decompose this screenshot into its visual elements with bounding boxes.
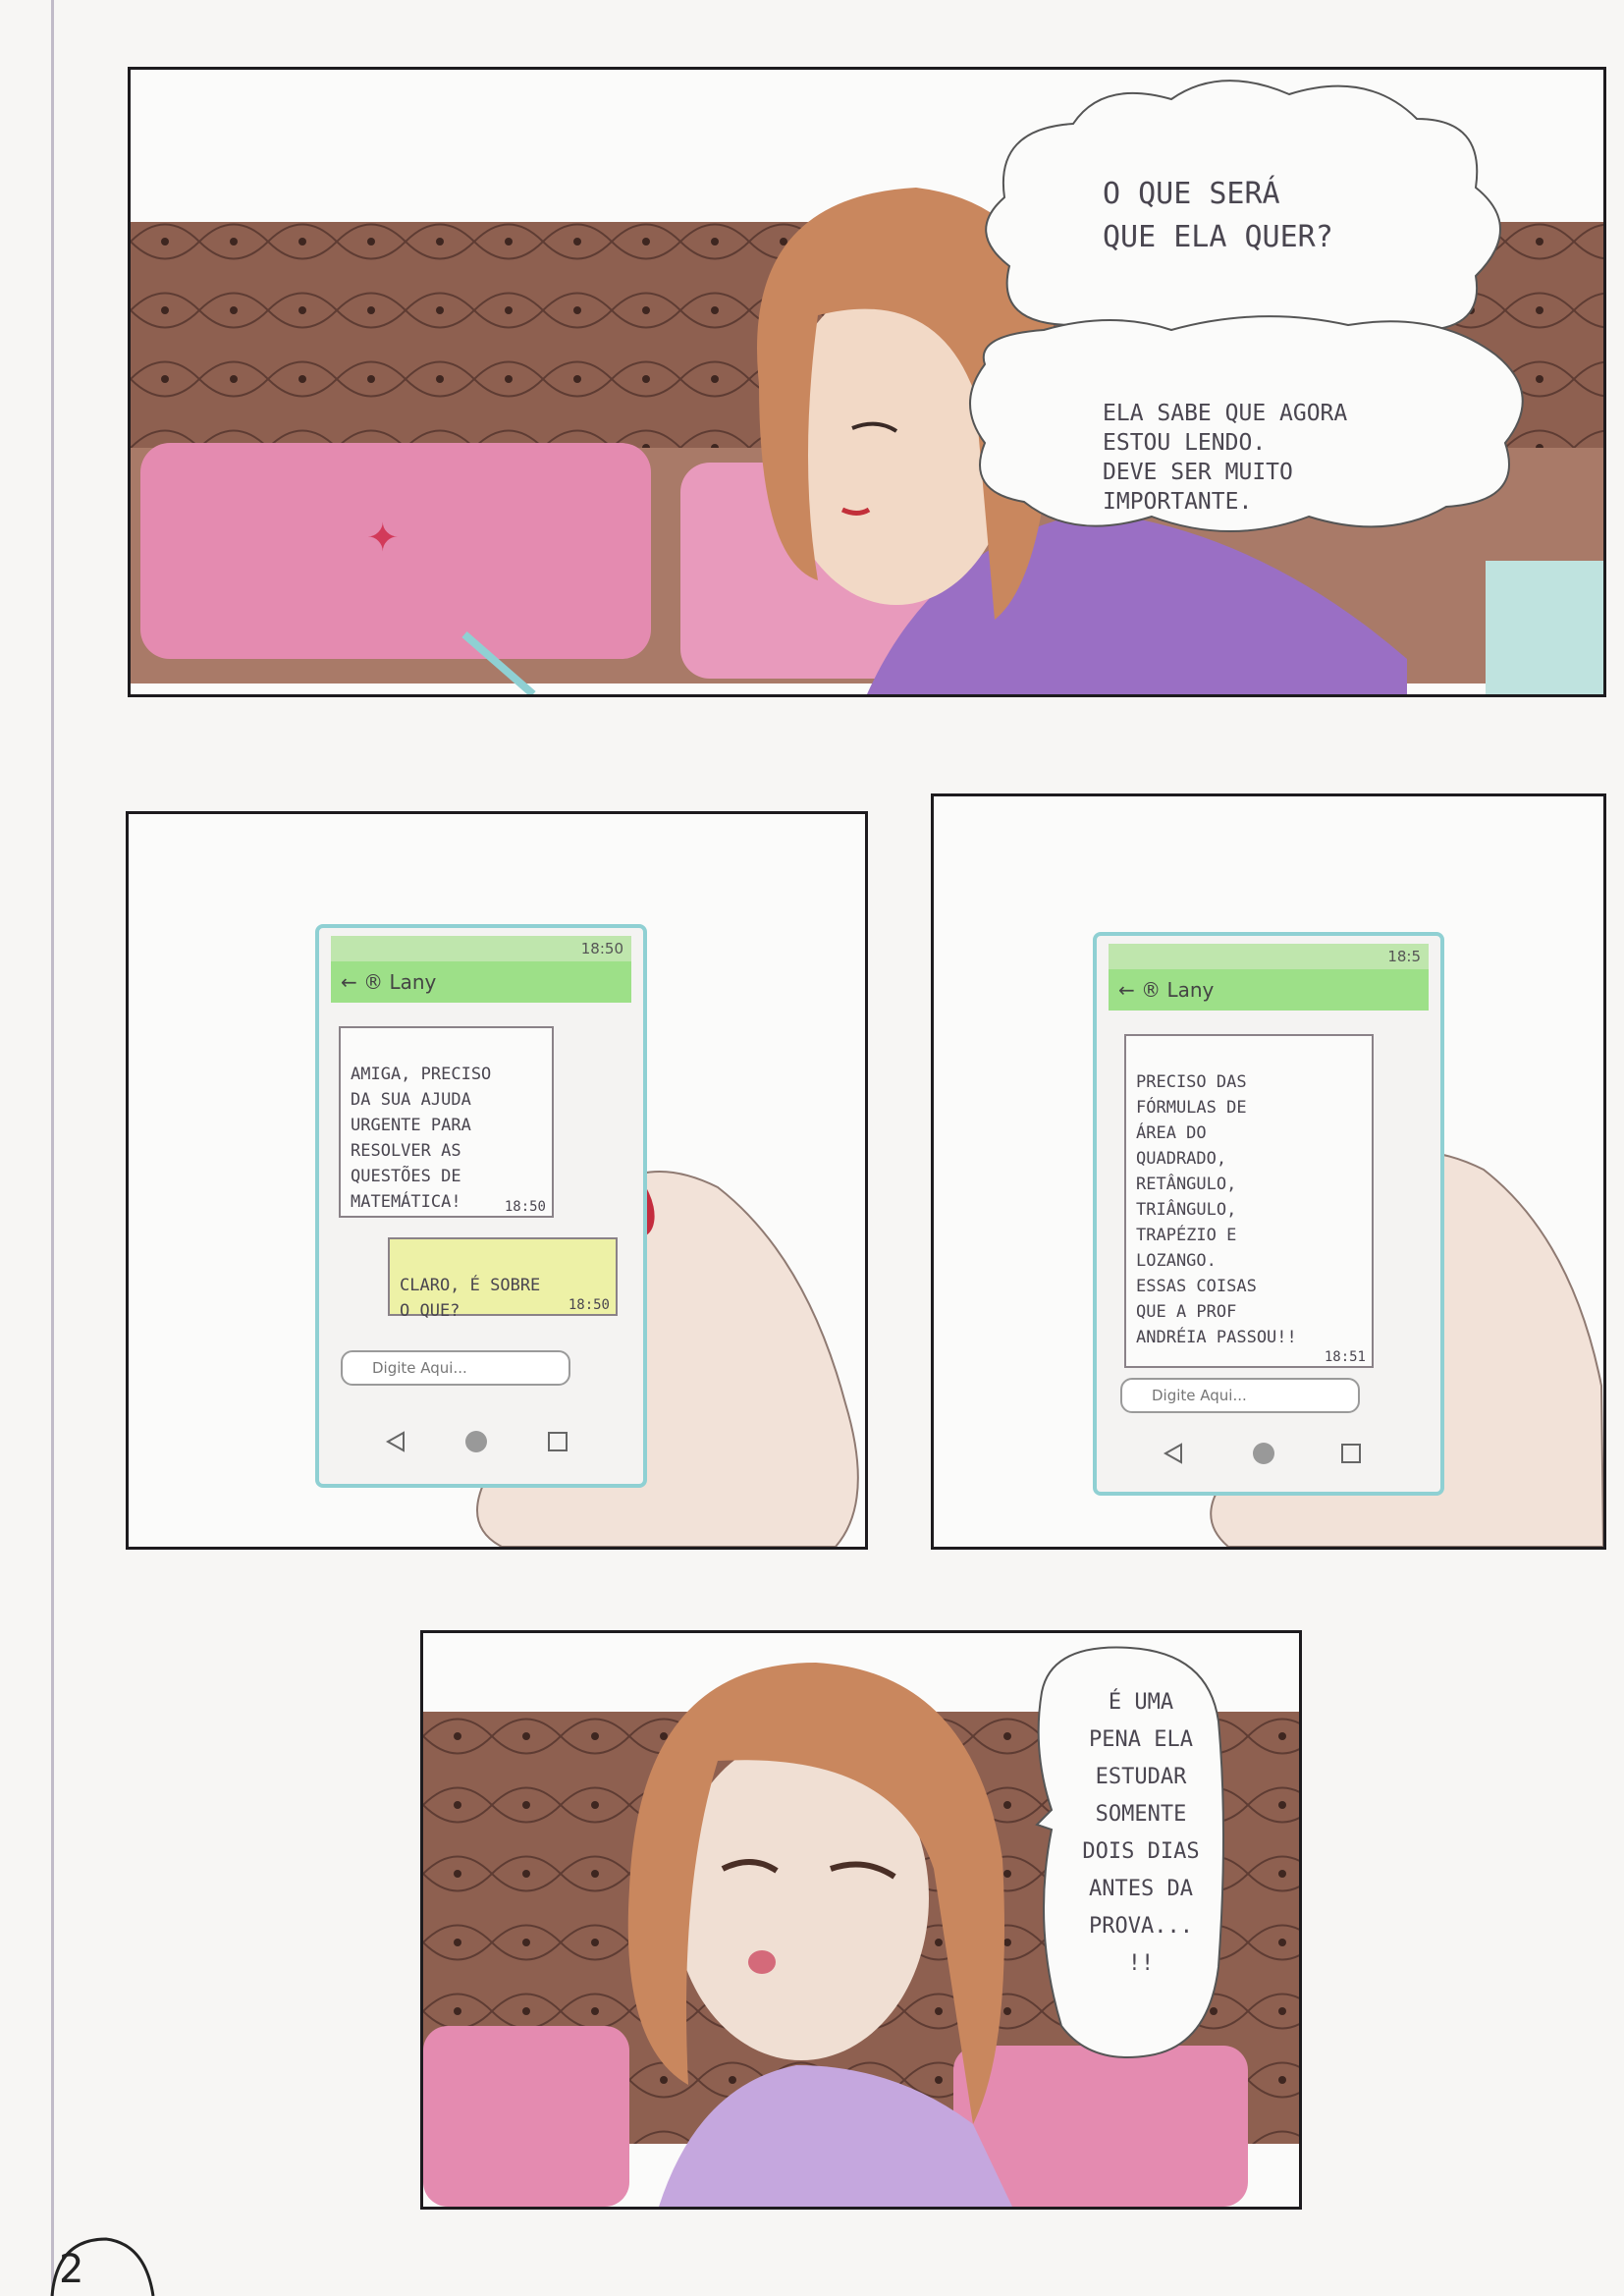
message-time: 18:50: [504, 1199, 546, 1215]
page-number-circle: [50, 2237, 155, 2296]
chat-header[interactable]: ← ® Lany: [1109, 969, 1429, 1011]
recents-icon: [548, 1432, 568, 1451]
home-icon: [465, 1431, 487, 1452]
recents-icon: [1341, 1444, 1361, 1463]
comic-panel-2: 18:50 ← ® Lany Amiga, preciso da sua aju…: [126, 811, 868, 1550]
phone-screen-2: 18:5 ← ® Lany Preciso das fórmulas de ár…: [1093, 932, 1444, 1496]
phone-screen: 18:50 ← ® Lany Amiga, preciso da sua aju…: [315, 924, 647, 1488]
comic-panel-4: É uma pena ela estudar somente dois dias…: [420, 1630, 1302, 2210]
speech-text: É uma pena ela estudar somente dois dias…: [1082, 1690, 1200, 1976]
back-icon: [385, 1431, 405, 1452]
status-bar: 18:5: [1109, 944, 1429, 969]
home-icon: [1253, 1443, 1274, 1464]
notebook-margin-line: [51, 0, 54, 2296]
thought-text-2: Ela sabe que agora estou lendo. Deve ser…: [1103, 401, 1348, 515]
comic-panel-3: 18:5 ← ® Lany Preciso das fórmulas de ár…: [931, 793, 1606, 1550]
contact-name: Lany: [389, 970, 437, 994]
back-icon: [1163, 1443, 1182, 1464]
incoming-message: Amiga, preciso da sua ajuda urgente para…: [339, 1026, 554, 1218]
svg-text:✦: ✦: [366, 516, 400, 561]
reply-time: 18:50: [568, 1297, 610, 1313]
nav-bar: [1163, 1443, 1361, 1464]
nav-bar: [385, 1431, 568, 1452]
chat-header[interactable]: ← ® Lany: [331, 961, 631, 1003]
reply-message: Claro, é sobre o que? 18:50: [388, 1237, 618, 1321]
message-time: 18:51: [1324, 1349, 1366, 1365]
panel-1-illustration: ✦: [131, 80, 1603, 694]
incoming-message: Preciso das fórmulas de área do quadrado…: [1124, 1034, 1374, 1368]
thought-text-1: O que será que ela quer?: [1103, 177, 1333, 254]
message-input[interactable]: Digite Aqui...: [341, 1350, 570, 1386]
contact-name: Lany: [1166, 978, 1215, 1002]
message-input[interactable]: Digite Aqui...: [1120, 1378, 1360, 1413]
comic-panel-1: ✦ O que será que ela quer? Ela sabe que …: [128, 67, 1606, 697]
pink-cushion-left: [423, 2026, 629, 2207]
status-bar: 18:50: [331, 936, 631, 961]
